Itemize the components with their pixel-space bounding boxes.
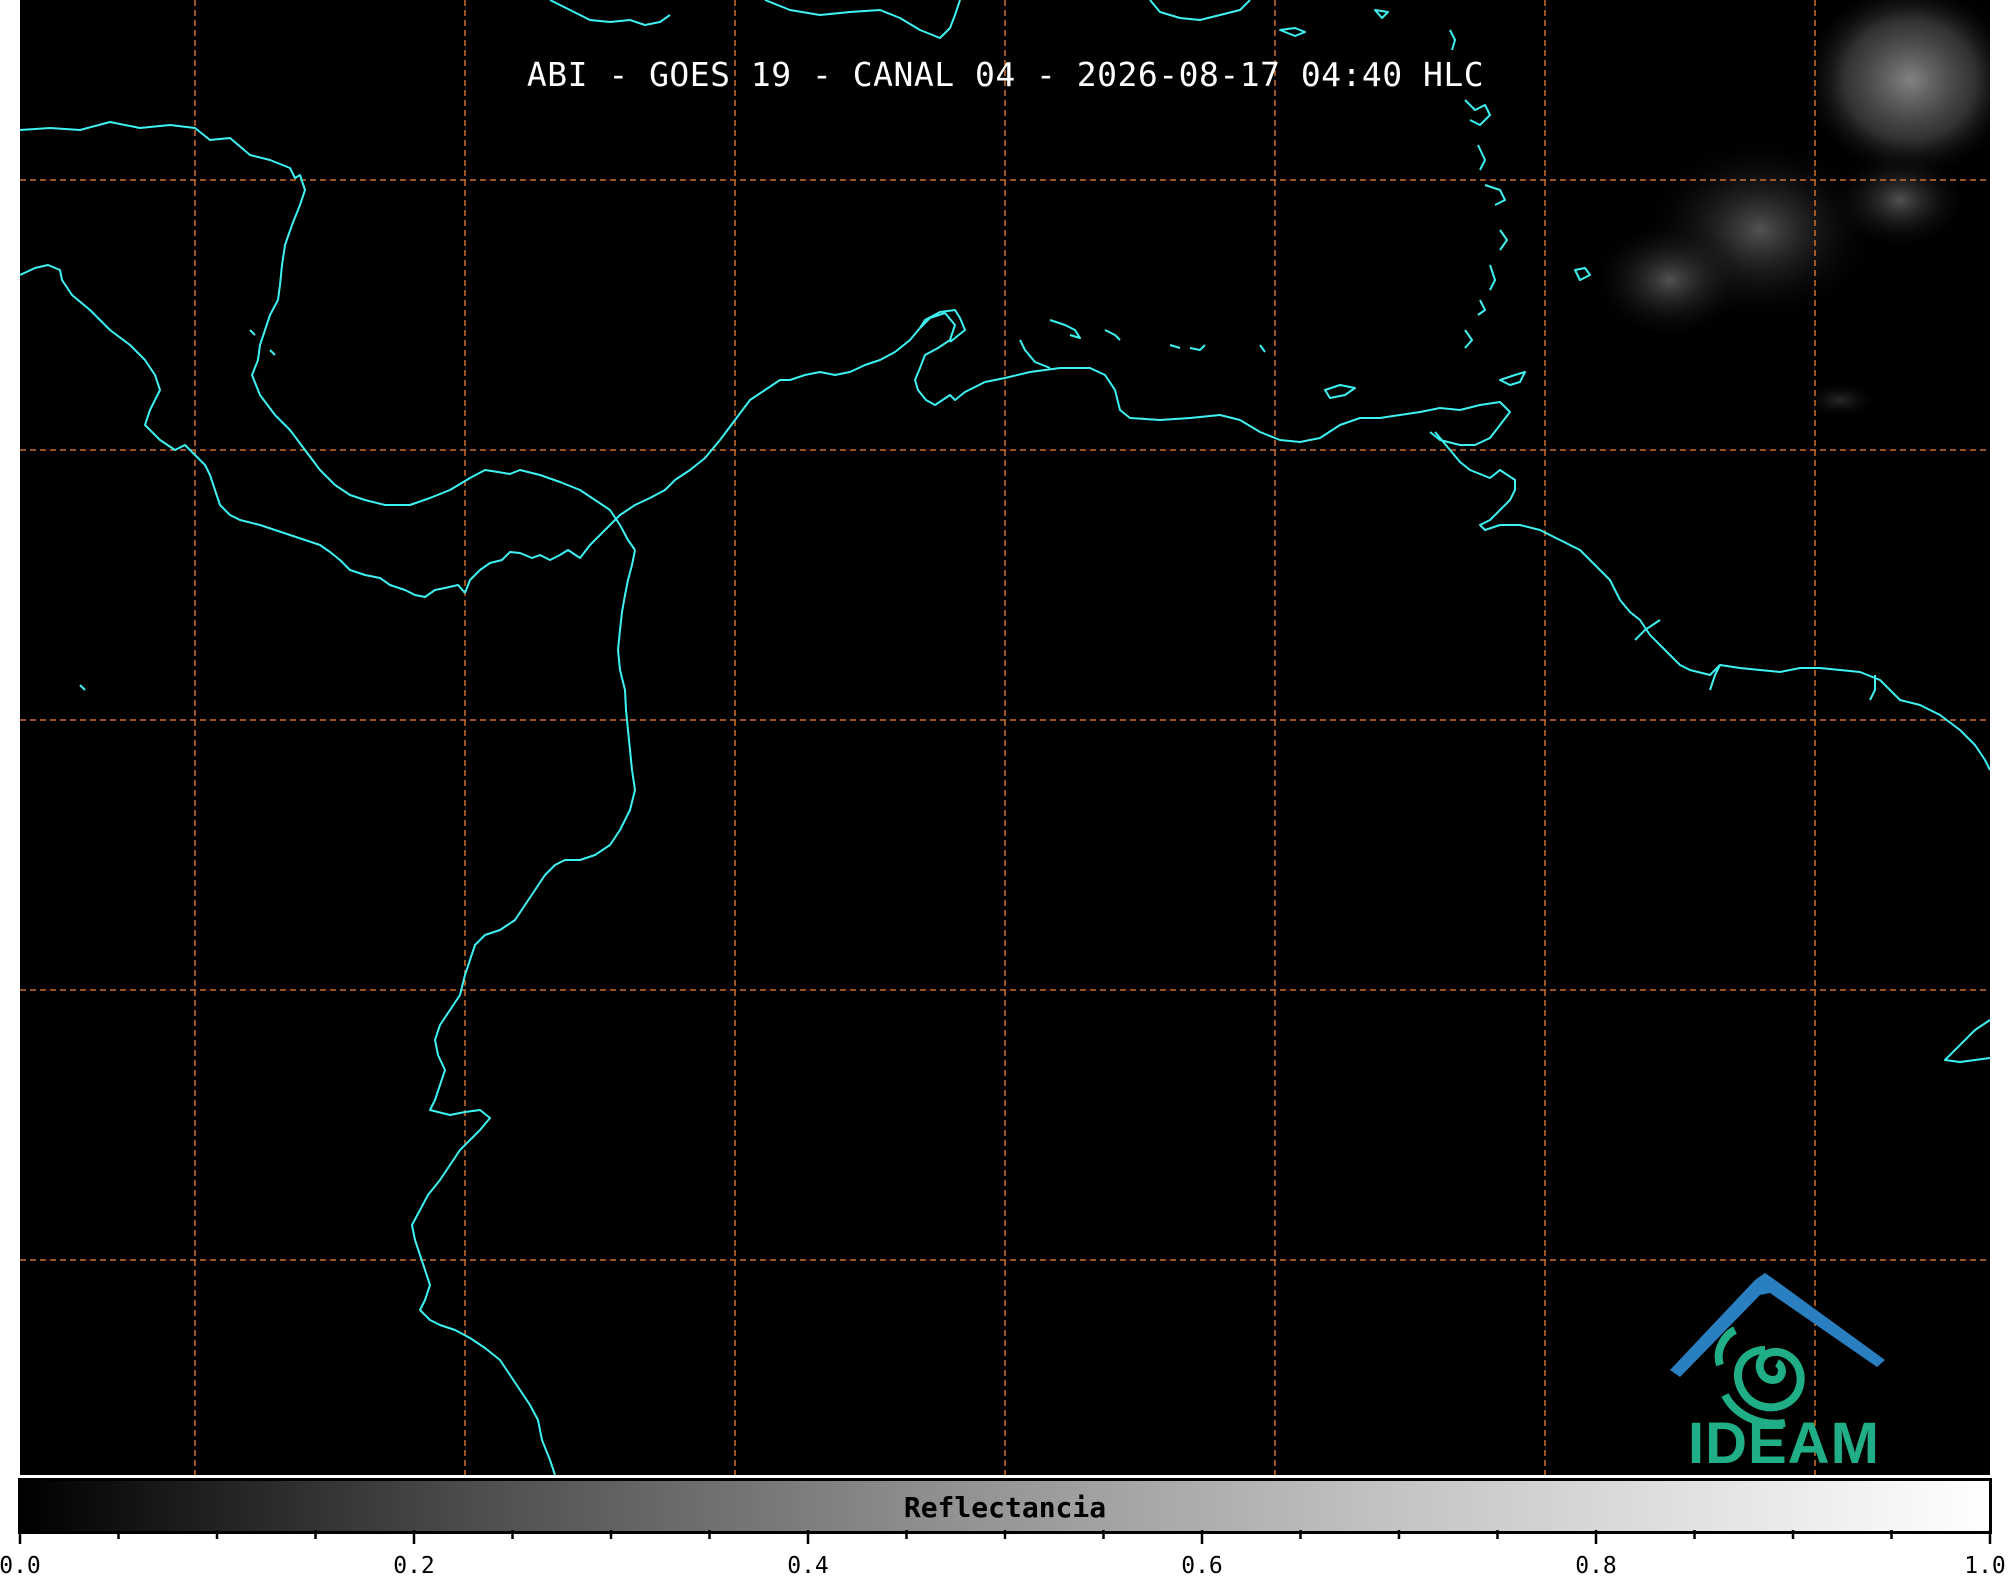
satellite-image-panel — [20, 0, 1990, 1475]
island-small-2 — [1374, 9, 1389, 19]
logo-text: IDEAM — [1688, 1411, 1880, 1476]
logo-roof — [1670, 1273, 1885, 1377]
island-gorgona — [79, 684, 86, 691]
coastline-central-america — [20, 121, 636, 551]
island-san-andres — [249, 329, 276, 356]
coastline-pacific-colombia — [411, 549, 636, 1475]
tick-label-3: 0.6 — [1181, 1553, 1223, 1579]
coastline-puerto-rico — [1149, 0, 1251, 21]
tick-label-4: 0.8 — [1575, 1553, 1617, 1579]
coastline-east-edge — [1944, 1019, 1990, 1063]
coastline-guajira — [919, 309, 1051, 369]
map-title: ABI - GOES 19 - CANAL 04 - 2026-08-17 04… — [526, 55, 1485, 94]
island-margarita — [1324, 384, 1356, 399]
coastline-cuba — [549, 0, 671, 26]
colorbar-ticks — [18, 1530, 1992, 1544]
island-trinidad — [1499, 371, 1526, 386]
map-svg — [20, 0, 1990, 1475]
coastline-pacific-central-america — [20, 264, 466, 598]
coastline-panama — [464, 312, 1461, 594]
tick-label-5: 1.0 — [1964, 1553, 2006, 1579]
coastline-venezuela-lower — [1634, 619, 1876, 701]
colorbar-label: Reflectancia — [903, 1491, 1107, 1524]
coastline-hispaniola — [764, 0, 961, 39]
tick-label-0: 0.0 — [0, 1553, 41, 1579]
island-tobago — [1574, 267, 1591, 281]
colorbar: Reflectancia — [18, 1478, 1992, 1534]
tick-label-2: 0.4 — [787, 1553, 829, 1579]
coastline-venezuela — [1429, 401, 1990, 771]
island-small-1 — [1279, 27, 1306, 37]
tick-label-1: 0.2 — [393, 1553, 435, 1579]
abc-islands — [1049, 319, 1266, 353]
